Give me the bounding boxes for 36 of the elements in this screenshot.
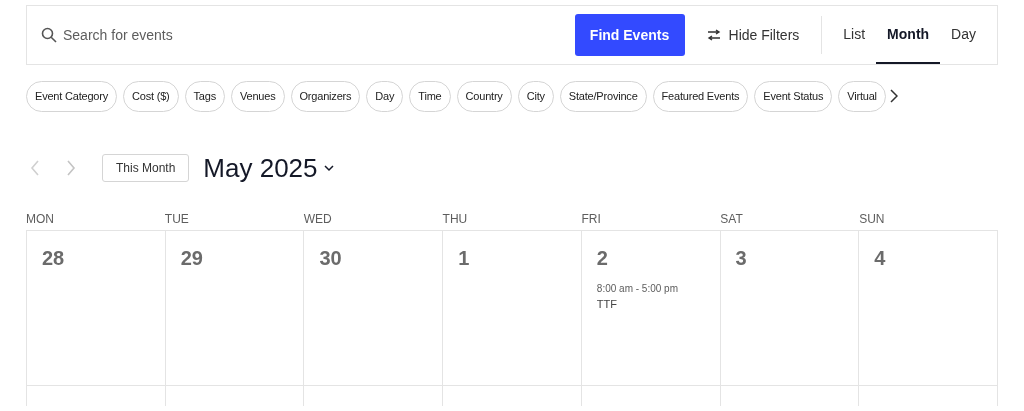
day-cell[interactable]: 2 8:00 am - 5:00 pm TTF [581,231,721,386]
weekday-label: MON [26,212,54,226]
search-icon [41,27,57,43]
weekday-label: FRI [581,212,601,226]
sliders-icon [706,29,721,41]
day-number: 29 [180,246,204,271]
weekday-label: TUE [164,212,189,226]
weekday-label: WED [303,212,332,226]
view-tab[interactable]: Day [940,6,987,64]
this-month-button[interactable]: This Month [102,154,190,182]
day-number: 28 [42,246,66,271]
chevron-right-icon[interactable] [889,89,898,103]
day-number: 30 [319,246,343,271]
search-field[interactable]: Search for events [63,24,575,46]
hide-filters-button[interactable]: Hide Filters [706,24,800,46]
event-time: 8:00 am - 5:00 pm [596,282,678,296]
day-cell[interactable]: 3 [720,231,860,386]
event-title[interactable]: TTF [596,296,617,313]
day-cell[interactable]: 4 [859,231,998,386]
view-tab[interactable]: Month [876,6,941,64]
next-icon[interactable] [66,160,76,176]
month-picker[interactable]: May 2025 [203,148,334,188]
day-cell[interactable]: 28 [27,231,166,386]
chevron-down-icon [323,164,334,172]
weekday-label: THU [442,212,468,226]
weekday-label: SUN [859,212,885,226]
day-cell[interactable]: 1 [443,231,582,386]
day-cell[interactable]: 30 [304,231,444,386]
day-number: 1 [458,246,471,271]
day-number: 3 [735,246,748,271]
weekday-label: SAT [720,212,743,226]
day-number: 2 [596,246,609,271]
day-cell[interactable]: 29 [165,231,305,386]
day-number: 4 [874,246,887,271]
find-events-button[interactable]: Find Events [574,14,685,56]
view-tab[interactable]: List [832,6,877,64]
